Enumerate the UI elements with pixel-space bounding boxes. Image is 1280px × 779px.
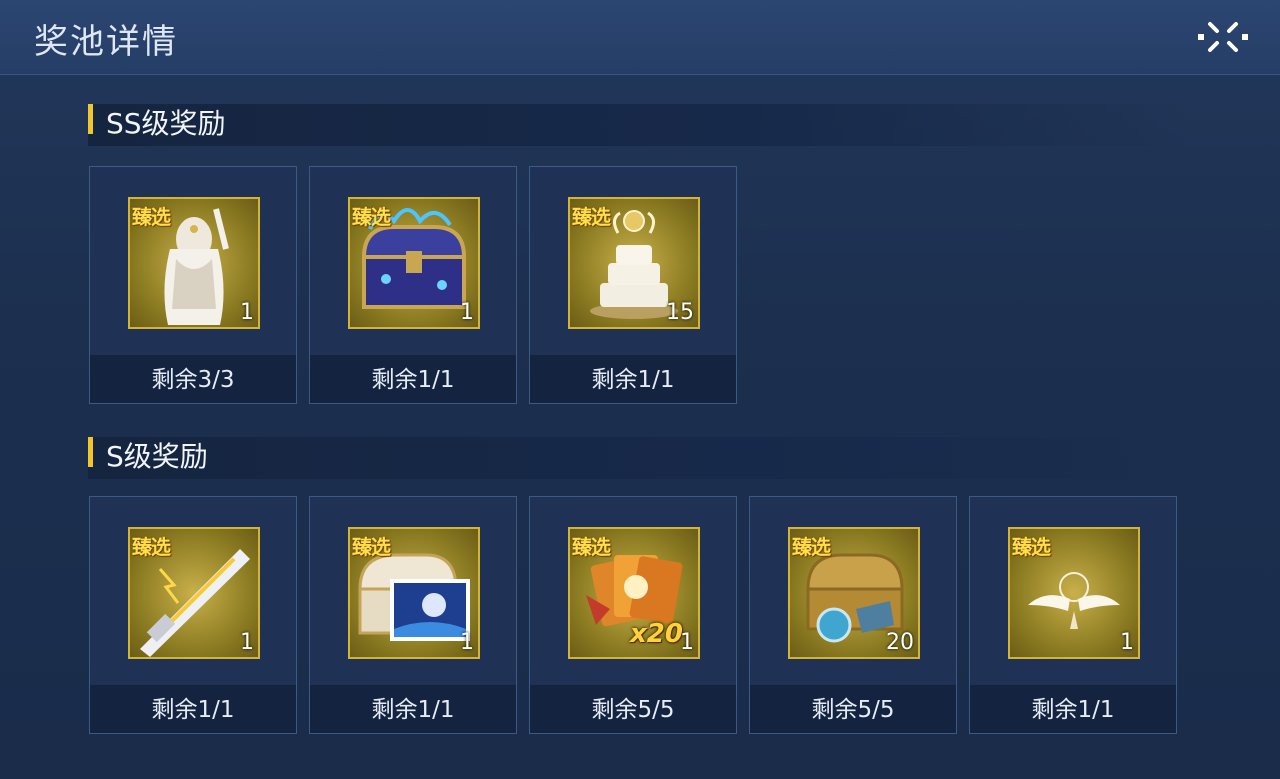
reward-pool-panel: 奖池详情 SS级奖励 臻选 1 剩余3/3 臻选 1 剩余1/1 臻选 15 剩… [0,0,1280,779]
reward-card[interactable]: 臻选 1 剩余1/1 [89,496,297,734]
remaining-count: 剩余5/5 [530,685,736,733]
selected-tag: 臻选 [792,535,831,559]
cake-icon: 臻选 15 [568,197,700,329]
item-quantity: 1 [240,300,254,325]
reward-card[interactable]: 臻选 20 剩余5/5 [749,496,957,734]
page-title: 奖池详情 [34,22,178,62]
remaining-count: 剩余5/5 [750,685,956,733]
gold-chest-icon: 臻选 20 [788,527,920,659]
wings-emblem-icon: 臻选 1 [1008,527,1140,659]
reward-card[interactable]: 臻选 1 剩余1/1 [969,496,1177,734]
weapon-skin-icon: 臻选 1 [128,527,260,659]
section-header-ss: SS级奖励 [88,104,1188,146]
reward-card[interactable]: 臻选 15 剩余1/1 [529,166,737,404]
remaining-count: 剩余1/1 [530,355,736,403]
selected-tag: 臻选 [132,535,171,559]
remaining-count: 剩余1/1 [310,685,516,733]
item-quantity: 20 [886,630,914,655]
close-icon[interactable] [1196,16,1250,58]
item-quantity: 1 [240,630,254,655]
item-quantity: 15 [666,300,694,325]
chest-with-picture-icon: 臻选 1 [348,527,480,659]
selected-tag: 臻选 [352,205,391,229]
remaining-count: 剩余3/3 [90,355,296,403]
reward-card[interactable]: 臻选 1 剩余1/1 [309,166,517,404]
item-quantity: 1 [1120,630,1134,655]
item-quantity: 1 [680,630,694,655]
remaining-count: 剩余1/1 [310,355,516,403]
item-quantity: 1 [460,300,474,325]
section-title: SS级奖励 [106,107,226,140]
treasure-chest-icon: 臻选 1 [348,197,480,329]
reward-card[interactable]: 臻选 x20 1 剩余5/5 [529,496,737,734]
selected-tag: 臻选 [572,535,611,559]
reward-card[interactable]: 臻选 1 剩余3/3 [89,166,297,404]
remaining-count: 剩余1/1 [90,685,296,733]
section-marker [88,104,93,134]
multiplier-badge: x20 [630,619,683,649]
reward-card[interactable]: 臻选 1 剩余1/1 [309,496,517,734]
item-quantity: 1 [460,630,474,655]
selected-tag: 臻选 [132,205,171,229]
selected-tag: 臻选 [572,205,611,229]
selected-tag: 臻选 [1012,535,1051,559]
selected-tag: 臻选 [352,535,391,559]
header: 奖池详情 [0,0,1280,75]
section-marker [88,437,93,467]
section-header-s: S级奖励 [88,437,1188,479]
card-pack-x20-icon: 臻选 x20 1 [568,527,700,659]
remaining-count: 剩余1/1 [970,685,1176,733]
character-skin-icon: 臻选 1 [128,197,260,329]
section-title: S级奖励 [106,440,208,473]
